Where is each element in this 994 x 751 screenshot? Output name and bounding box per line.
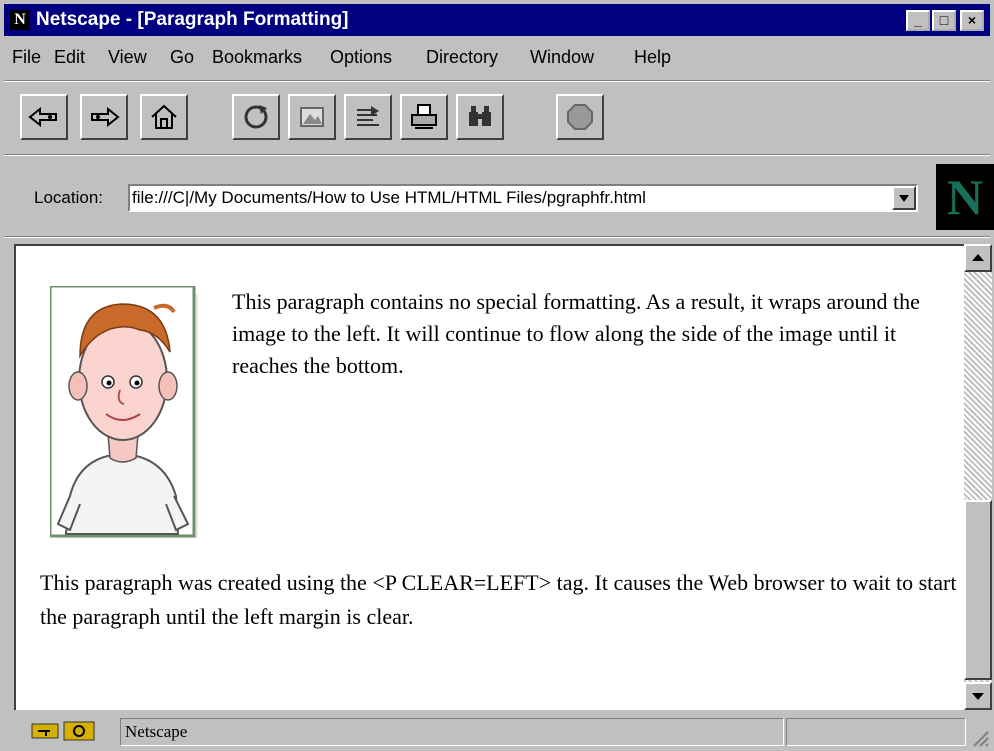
status-bar: Netscape [0,712,994,751]
window-title: Netscape - [Paragraph Formatting] [36,9,349,30]
forward-arrow-icon [91,107,120,127]
menu-bar: File Edit View Go Bookmarks Options Dire… [4,38,990,72]
print-button[interactable] [400,94,448,140]
location-dropdown-button[interactable] [892,186,916,210]
open-icon [357,106,379,126]
resize-grip-icon[interactable] [970,728,990,748]
menu-options[interactable]: Options [330,47,392,68]
close-button[interactable]: × [960,10,984,31]
boy-illustration-image [50,286,198,538]
title-bar: N Netscape - [Paragraph Formatting] _ □ … [4,4,990,36]
security-key-icon [31,721,95,741]
menu-help[interactable]: Help [634,47,671,68]
paragraph-wrap: This paragraph contains no special forma… [232,289,920,378]
arrow-down-icon [972,693,984,700]
location-input[interactable]: file:///C|/My Documents/How to Use HTML/… [128,184,918,212]
menu-edit[interactable]: Edit [54,47,85,68]
find-icon [469,106,491,126]
location-label: Location: [34,188,103,207]
vertical-scrollbar[interactable] [964,244,992,710]
back-button[interactable] [20,94,68,140]
menu-directory[interactable]: Directory [426,47,498,68]
page-content: This paragraph contains no special forma… [14,244,964,710]
netscape-n-icon[interactable]: N [10,10,30,30]
divider [4,236,990,238]
browser-window: N Netscape - [Paragraph Formatting] _ □ … [0,0,994,751]
paragraph-clear-left: This paragraph was created using the <P … [40,570,957,629]
home-icon [151,104,177,129]
stop-button[interactable] [556,94,604,140]
reload-icon [244,105,268,129]
status-text: Netscape [120,718,784,746]
status-progress-panel [786,718,966,746]
reload-button[interactable] [232,94,280,140]
scroll-up-button[interactable] [964,244,992,272]
maximize-button[interactable]: □ [932,10,956,31]
divider [4,80,990,82]
home-button[interactable] [140,94,188,140]
open-button[interactable] [344,94,392,140]
menu-file[interactable]: File [12,47,41,68]
netscape-logo[interactable]: N [936,164,994,230]
divider [4,154,990,156]
stop-icon [567,104,593,130]
toolbar [0,86,994,152]
minimize-button[interactable]: _ [906,10,930,31]
back-arrow-icon [28,107,57,127]
location-bar: Location: file:///C|/My Documents/How to… [0,164,994,234]
print-icon [411,104,437,129]
menu-bookmarks[interactable]: Bookmarks [212,47,302,68]
find-button[interactable] [456,94,504,140]
scroll-down-button[interactable] [964,682,992,710]
images-button[interactable] [288,94,336,140]
scroll-thumb[interactable] [964,500,992,680]
images-icon [300,107,324,127]
arrow-up-icon [972,254,984,261]
menu-view[interactable]: View [108,47,147,68]
menu-window[interactable]: Window [530,47,594,68]
forward-button[interactable] [80,94,128,140]
menu-go[interactable]: Go [170,47,194,68]
